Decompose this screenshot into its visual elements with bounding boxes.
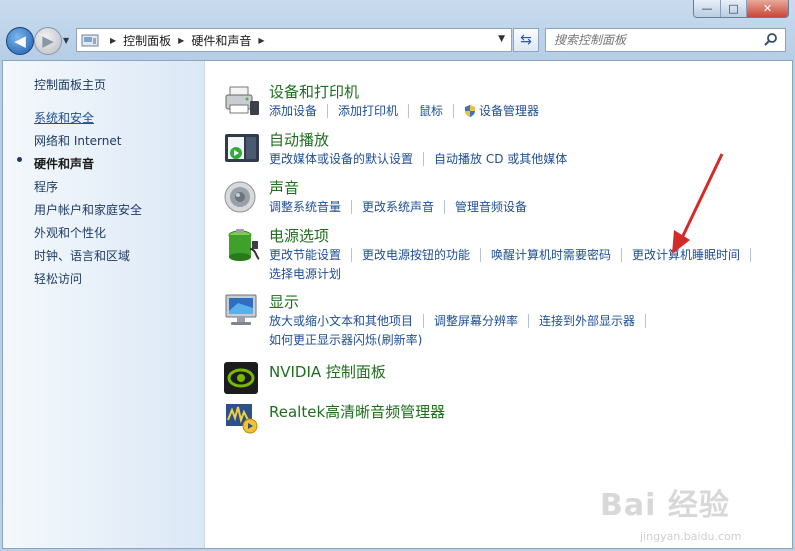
link-separator [528, 313, 530, 328]
current-item-bullet [17, 157, 22, 162]
link-separator [621, 247, 623, 262]
change-system-sounds-link[interactable]: 更改系统声音 [362, 198, 434, 215]
link-separator [423, 151, 425, 166]
change-power-saving-link[interactable]: 更改节能设置 [269, 246, 341, 263]
screen-resolution-link[interactable]: 调整屏幕分辨率 [434, 312, 518, 329]
search-icon[interactable] [763, 32, 779, 48]
link-separator [408, 103, 410, 118]
breadcrumb-separator-icon[interactable]: ▶ [258, 36, 264, 45]
link-separator [351, 199, 353, 214]
breadcrumb-separator-icon[interactable]: ▶ [178, 36, 184, 45]
sidebar-item-ease-access[interactable]: 轻松访问 [34, 270, 82, 287]
sidebar-item-user-accounts[interactable]: 用户帐户和家庭安全 [34, 201, 142, 218]
sidebar: 控制面板主页 系统和安全 网络和 Internet 硬件和声音 程序 用户帐户和… [3, 61, 205, 548]
maximize-button[interactable]: □ [720, 0, 746, 17]
category-title[interactable]: Realtek高清晰音频管理器 [269, 401, 445, 422]
breadcrumb: ▶ 控制面板 ▶ 硬件和声音 ▶ [103, 32, 272, 49]
navigation-bar: ◀ ▶ ▼ ▶ 控制面板 ▶ 硬件和声音 ▶ ▼ ⇆ [0, 22, 795, 60]
main-panel: 设备和打印机 添加设备 添加打印机 鼠标 设备管理器 自动播放 更改媒体或设备的… [206, 61, 792, 548]
sidebar-item-system-security[interactable]: 系统和安全 [34, 109, 94, 126]
window-frame: — □ ✕ ◀ ▶ ▼ ▶ 控制面板 ▶ 硬件和声音 ▶ ▼ ⇆ 搜索控制面板 … [0, 0, 795, 551]
category-links-row2: 如何更正显示器闪烁(刷新率) [269, 331, 422, 348]
category-links: 放大或缩小文本和其他项目 调整屏幕分辨率 连接到外部显示器 [269, 312, 656, 329]
sidebar-item-clock-region[interactable]: 时钟、语言和区域 [34, 247, 130, 264]
breadcrumb-hardware-sound[interactable]: 硬件和声音 [191, 32, 251, 49]
sidebar-item-hardware-sound[interactable]: 硬件和声音 [34, 155, 94, 172]
sidebar-item-home[interactable]: 控制面板主页 [34, 76, 106, 93]
annotation-arrow-icon [672, 153, 724, 254]
control-panel-icon [81, 34, 99, 47]
category-title[interactable]: NVIDIA 控制面板 [269, 361, 386, 382]
choose-power-plan-link[interactable]: 选择电源计划 [269, 265, 341, 282]
printer-icon[interactable] [222, 81, 262, 121]
category-links: 更改媒体或设备的默认设置 自动播放 CD 或其他媒体 [269, 150, 567, 167]
battery-icon[interactable] [222, 225, 262, 265]
sidebar-item-appearance[interactable]: 外观和个性化 [34, 224, 106, 241]
recent-pages-dropdown[interactable]: ▼ [63, 36, 69, 45]
power-button-function-link[interactable]: 更改电源按钮的功能 [362, 246, 470, 263]
wake-password-link[interactable]: 唤醒计算机时需要密码 [491, 246, 611, 263]
category-links: 调整系统音量 更改系统声音 管理音频设备 [269, 198, 527, 215]
fix-flicker-link[interactable]: 如何更正显示器闪烁(刷新率) [269, 331, 422, 348]
sidebar-item-network[interactable]: 网络和 Internet [34, 132, 121, 149]
forward-button[interactable]: ▶ [34, 27, 62, 55]
address-dropdown-icon[interactable]: ▼ [498, 34, 505, 44]
search-input[interactable] [554, 33, 754, 47]
address-bar[interactable]: ▶ 控制面板 ▶ 硬件和声音 ▶ ▼ [76, 28, 512, 52]
external-display-link[interactable]: 连接到外部显示器 [539, 312, 635, 329]
uac-shield-icon [465, 104, 476, 117]
link-separator [423, 313, 425, 328]
sidebar-item-programs[interactable]: 程序 [34, 178, 58, 195]
arrow-right-icon: ▶ [42, 32, 54, 50]
autoplay-cd-link[interactable]: 自动播放 CD 或其他媒体 [434, 150, 567, 167]
link-separator [480, 247, 482, 262]
link-separator [645, 313, 647, 328]
manage-audio-devices-link[interactable]: 管理音频设备 [455, 198, 527, 215]
window-controls: — □ ✕ [693, 0, 789, 18]
watermark-url: jingyan.baidu.com [640, 530, 742, 543]
watermark-text: Bai 经验 [600, 488, 730, 523]
monitor-icon[interactable] [222, 291, 262, 331]
category-title[interactable]: 设备和打印机 [269, 81, 359, 102]
category-title[interactable]: 显示 [269, 291, 299, 312]
change-media-defaults-link[interactable]: 更改媒体或设备的默认设置 [269, 150, 413, 167]
mouse-link[interactable]: 鼠标 [419, 102, 443, 119]
link-separator [444, 199, 446, 214]
add-printer-link[interactable]: 添加打印机 [338, 102, 398, 119]
close-button[interactable]: ✕ [746, 0, 788, 17]
nvidia-icon[interactable] [222, 358, 262, 398]
device-manager-label: 设备管理器 [479, 104, 540, 118]
category-title[interactable]: 自动播放 [269, 129, 329, 150]
autoplay-icon[interactable] [222, 129, 262, 169]
adjust-volume-link[interactable]: 调整系统音量 [269, 198, 341, 215]
device-manager-link[interactable]: 设备管理器 [464, 102, 539, 119]
category-title[interactable]: 声音 [269, 177, 299, 198]
refresh-button[interactable]: ⇆ [513, 28, 539, 52]
content-area: 控制面板主页 系统和安全 网络和 Internet 硬件和声音 程序 用户帐户和… [2, 60, 793, 549]
search-box[interactable] [545, 28, 786, 52]
baidu-watermark: Bai 经验 [600, 480, 730, 524]
breadcrumb-separator-icon[interactable]: ▶ [110, 36, 116, 45]
category-links-row2: 选择电源计划 [269, 265, 341, 282]
text-size-link[interactable]: 放大或缩小文本和其他项目 [269, 312, 413, 329]
link-separator [453, 103, 455, 118]
back-button[interactable]: ◀ [6, 27, 34, 55]
minimize-button[interactable]: — [694, 0, 720, 17]
link-separator [327, 103, 329, 118]
refresh-icon: ⇆ [520, 32, 532, 48]
category-title[interactable]: 电源选项 [269, 225, 329, 246]
link-separator [750, 247, 752, 262]
arrow-left-icon: ◀ [14, 32, 26, 50]
realtek-audio-icon[interactable] [222, 398, 262, 438]
add-device-link[interactable]: 添加设备 [269, 102, 317, 119]
link-separator [351, 247, 353, 262]
breadcrumb-control-panel[interactable]: 控制面板 [123, 32, 171, 49]
speaker-icon[interactable] [222, 177, 262, 217]
category-links: 添加设备 添加打印机 鼠标 设备管理器 [269, 102, 539, 119]
